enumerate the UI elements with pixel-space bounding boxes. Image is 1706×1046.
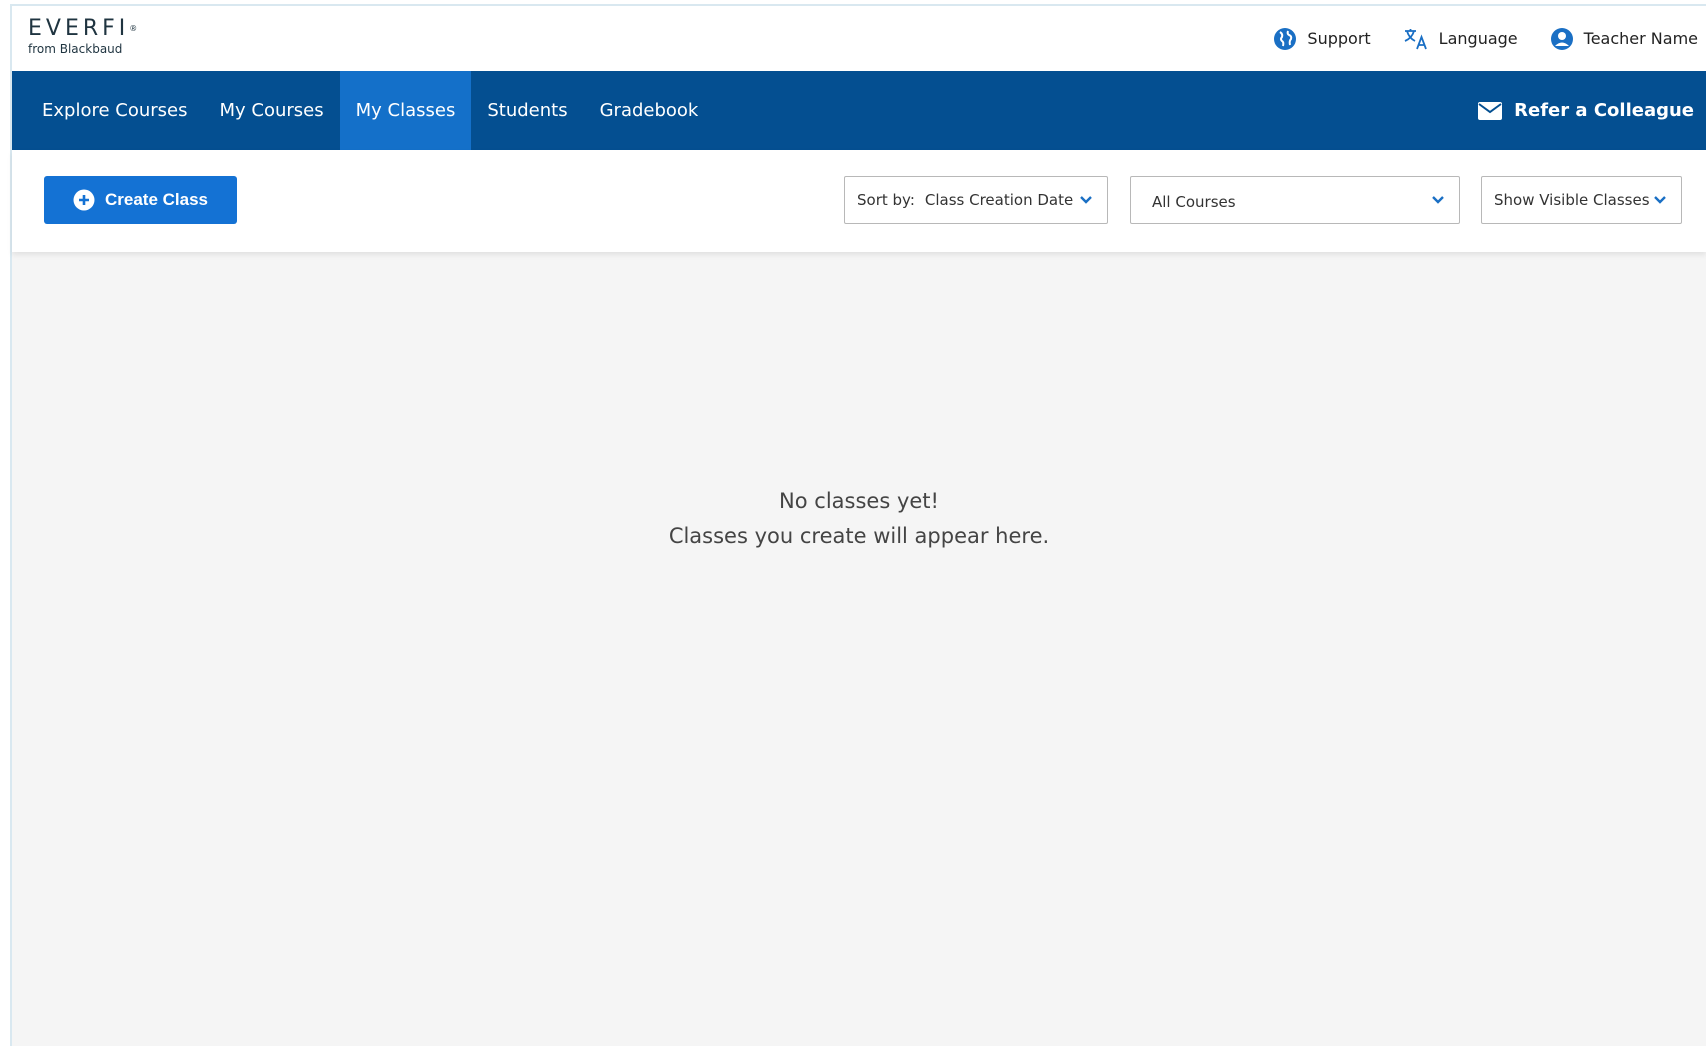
empty-state: No classes yet! Classes you create will … [12,484,1706,554]
nav-my-courses[interactable]: My Courses [204,71,340,150]
chevron-down-icon [1432,196,1444,204]
everfi-logo[interactable]: EVERFI® from Blackbaud [28,16,137,56]
logo-wordmark-text: EVERFI [28,16,130,41]
course-filter-value: All Courses [1152,193,1236,211]
main-nav: Explore Courses My Courses My Classes St… [12,71,1706,150]
user-avatar-icon [1550,27,1573,50]
language-label: Language [1438,29,1518,48]
user-name: Teacher Name [1583,29,1698,48]
refer-colleague-link[interactable]: Refer a Colleague [1478,71,1694,150]
chevron-down-icon [1654,196,1666,204]
sort-prefix: Sort by: [857,191,915,209]
support-label: Support [1307,29,1371,48]
create-class-label: Create Class [104,190,208,209]
nav-explore-courses[interactable]: Explore Courses [26,71,204,150]
nav-gradebook[interactable]: Gradebook [584,71,715,150]
support-link[interactable]: Support [1273,27,1371,51]
nav-students[interactable]: Students [471,71,583,150]
empty-state-message: Classes you create will appear here. [668,524,1050,548]
top-right-links: Support Language Teacher Name [1273,6,1698,71]
registered-mark: ® [129,24,138,33]
user-menu[interactable]: Teacher Name [1550,27,1698,51]
top-bar: EVERFI® from Blackbaud Support Language [12,6,1706,71]
empty-state-title: No classes yet! [779,489,939,513]
visibility-value: Show Visible Classes [1494,191,1650,209]
logo-subtitle: from Blackbaud [28,42,123,56]
refer-label: Refer a Colleague [1514,100,1694,121]
language-link[interactable]: Language [1403,27,1518,51]
envelope-icon [1478,101,1503,120]
sort-value: Class Creation Date [924,191,1074,209]
class-toolbar: Create Class Sort by: Class Creation Dat… [12,150,1706,252]
logo-wordmark: EVERFI® [28,16,137,42]
translate-icon [1404,28,1427,49]
plus-circle-icon [73,189,95,211]
globe-icon [1274,27,1297,50]
app-window: EVERFI® from Blackbaud Support Language [10,4,1706,1046]
chevron-down-icon [1080,196,1092,204]
create-class-button[interactable]: Create Class [44,176,237,224]
sort-select[interactable]: Sort by: Class Creation Date [844,176,1108,224]
visibility-select[interactable]: Show Visible Classes [1481,176,1682,224]
course-filter-select[interactable]: All Courses [1130,176,1460,224]
nav-my-classes[interactable]: My Classes [339,71,472,150]
